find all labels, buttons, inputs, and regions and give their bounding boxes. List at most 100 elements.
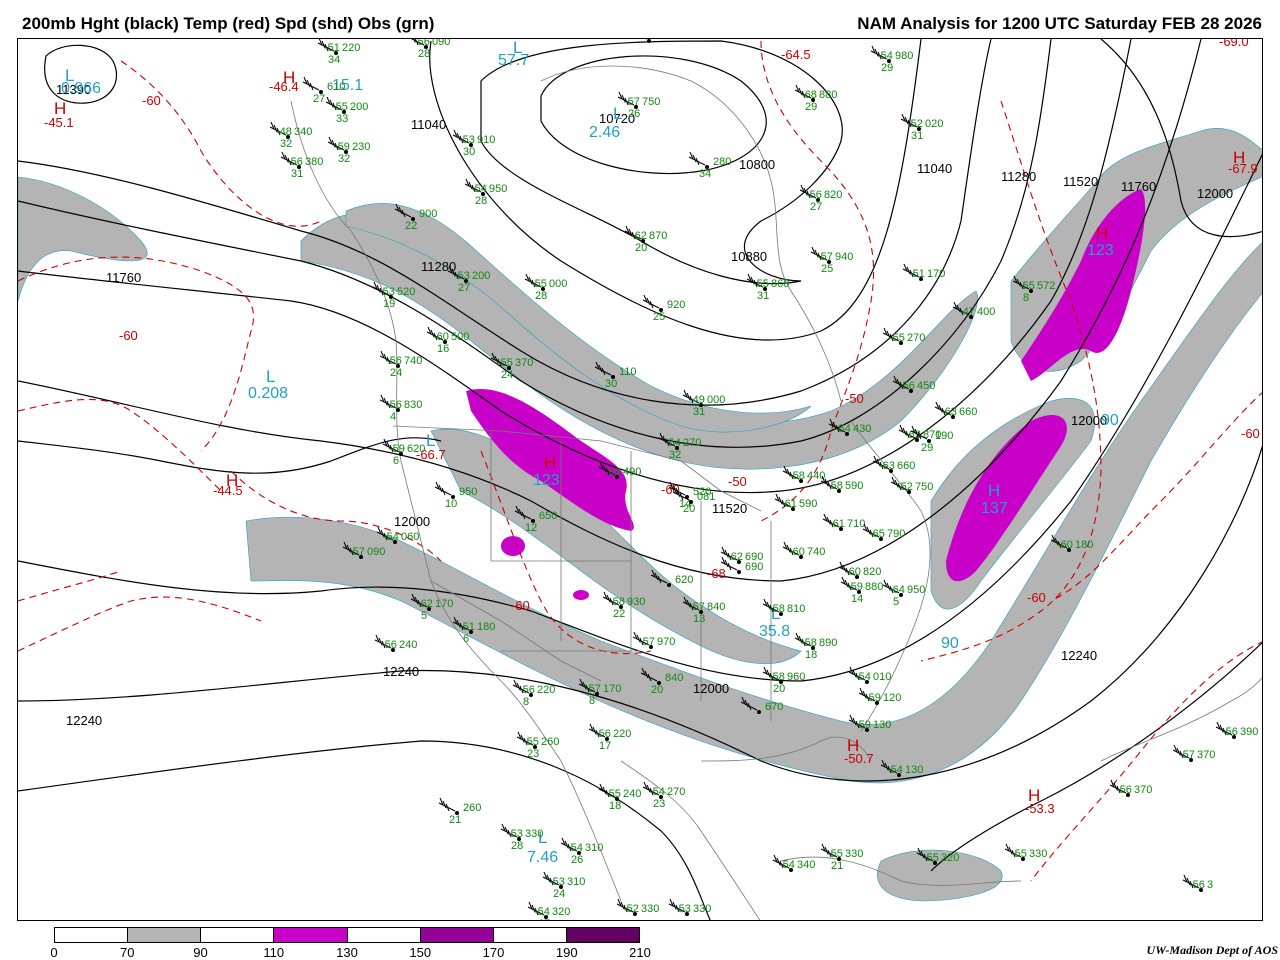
obs-wind: 33 bbox=[336, 113, 348, 125]
obs-wind: 22 bbox=[405, 220, 417, 232]
obs-wind: 26 bbox=[628, 108, 640, 120]
obs-height: 880 bbox=[865, 581, 883, 593]
map-panel: 11390 11040 10720 10800 10880 11040 1128… bbox=[17, 38, 1263, 921]
obs-temperature: -63 bbox=[879, 460, 895, 472]
obs-temperature: -47 bbox=[959, 306, 975, 318]
obs-height: 130 bbox=[873, 719, 891, 731]
temp-contour bbox=[18, 398, 222, 492]
obs-height: 380 bbox=[305, 156, 323, 168]
height-label: 11280 bbox=[421, 259, 456, 274]
wind-barb-icon bbox=[438, 797, 456, 812]
obs-height: 000 bbox=[549, 278, 567, 290]
legend-swatch bbox=[128, 928, 202, 942]
height-label: 12240 bbox=[1061, 648, 1097, 663]
temp-center-value: -69.0 bbox=[1219, 39, 1249, 49]
temp-center-value: -68 bbox=[707, 566, 726, 581]
obs-wind: 14 bbox=[851, 593, 863, 605]
obs-temperature: -56 bbox=[595, 728, 611, 740]
obs-temperature: -55 bbox=[523, 736, 539, 748]
obs-temperature: -57 bbox=[689, 601, 705, 613]
station-plot: -55 20033 bbox=[325, 96, 368, 125]
speed-center-value: 0.208 bbox=[248, 385, 288, 402]
station-plot: -53 33028 bbox=[500, 823, 543, 852]
obs-temperature: -56 bbox=[386, 355, 402, 367]
height-label: 12000 bbox=[394, 514, 430, 529]
obs-height: 940 bbox=[835, 251, 853, 263]
obs-height: 110 bbox=[619, 366, 637, 378]
jet-shade-caribbean bbox=[877, 849, 1003, 902]
legend-tick: 90 bbox=[193, 945, 208, 960]
obs-temperature: -68 bbox=[801, 89, 817, 101]
obs-height: 970 bbox=[657, 636, 675, 648]
height-label: 11040 bbox=[411, 117, 446, 132]
obs-temperature: -56 bbox=[637, 39, 653, 42]
obs-height: 950 bbox=[459, 486, 477, 498]
low-center-mark: L bbox=[613, 104, 622, 123]
temp-contour bbox=[18, 570, 122, 602]
obs-wind: 31 bbox=[757, 290, 769, 302]
obs-height: 740 bbox=[807, 546, 825, 558]
obs-temperature: -65 bbox=[869, 528, 885, 540]
obs-height: 370 bbox=[1197, 749, 1215, 761]
obs-height: 330 bbox=[1029, 848, 1047, 860]
station-plot: -56 38031 bbox=[280, 151, 323, 180]
jet-max-small-1 bbox=[501, 536, 525, 556]
obs-temperature: -54 bbox=[649, 786, 665, 798]
obs-wind: 18 bbox=[609, 800, 621, 812]
temp-contour bbox=[18, 596, 262, 652]
station-plot: -56 22017 bbox=[588, 723, 631, 752]
obs-wind: 22 bbox=[613, 608, 625, 620]
obs-wind: 20 bbox=[651, 684, 663, 696]
station-plot: -55 270 bbox=[882, 327, 925, 345]
obs-temperature: -59 bbox=[389, 443, 405, 455]
height-label: 11760 bbox=[1121, 179, 1156, 194]
obs-temperature: -56 bbox=[1222, 726, 1238, 738]
temp-label: -50 bbox=[728, 474, 747, 489]
obs-height: 170 bbox=[603, 683, 621, 695]
height-label: 10800 bbox=[739, 157, 775, 172]
legend-tick: 110 bbox=[263, 945, 285, 960]
obs-wind: 5 bbox=[421, 610, 427, 622]
obs-wind: 32 bbox=[669, 449, 681, 461]
obs-wind: 17 bbox=[599, 740, 611, 752]
obs-height: 880 bbox=[819, 89, 837, 101]
obs-temperature: -55 bbox=[889, 332, 905, 344]
station-plot: -60 740 bbox=[782, 541, 825, 559]
obs-height: 090 bbox=[432, 39, 450, 48]
station-plot: -58 96020 bbox=[762, 666, 805, 695]
obs-wind: 27 bbox=[313, 93, 325, 105]
obs-wind: 29 bbox=[805, 101, 817, 113]
obs-temperature: -60 bbox=[845, 566, 861, 578]
legend-tick: 70 bbox=[120, 945, 135, 960]
obs-height: 310 bbox=[567, 876, 585, 888]
obs-temperature: -54 bbox=[383, 531, 399, 543]
station-plot: -56 830 4 bbox=[379, 394, 422, 423]
obs-wind: 6 bbox=[393, 455, 399, 467]
obs-temperature: -58 bbox=[801, 637, 817, 649]
obs-wind: 20 bbox=[683, 503, 695, 515]
speed-center-value: 0.966 bbox=[61, 80, 101, 97]
obs-wind: 8 bbox=[1023, 292, 1029, 304]
obs-height: 060 bbox=[401, 531, 419, 543]
legend-swatch bbox=[55, 928, 129, 942]
obs-temperature: -49 bbox=[689, 394, 705, 406]
station-plot: -59 130 bbox=[848, 714, 891, 732]
obs-temperature: -54 bbox=[471, 183, 487, 195]
obs-height: 270 bbox=[667, 786, 685, 798]
obs-temperature: -54 bbox=[887, 764, 903, 776]
obs-height: 860 bbox=[771, 278, 789, 290]
station-plot: -57 970 bbox=[632, 631, 675, 649]
obs-temperature: -56 bbox=[806, 189, 822, 201]
obs-height: 090 bbox=[367, 546, 385, 558]
height-label: 12240 bbox=[66, 713, 102, 728]
obs-temperature: -62 bbox=[631, 230, 647, 242]
obs-wind: 18 bbox=[805, 649, 817, 661]
obs-wind: 5 bbox=[893, 596, 899, 608]
temp-center-value: -64.5 bbox=[781, 47, 811, 62]
obs-height: 610 bbox=[327, 81, 345, 93]
obs-wind: 29 bbox=[921, 442, 933, 454]
obs-temperature: -56 bbox=[287, 156, 303, 168]
obs-wind: 32 bbox=[338, 153, 350, 165]
obs-temperature: -53 bbox=[549, 876, 565, 888]
station-plot: -56 220 8 bbox=[512, 679, 555, 708]
